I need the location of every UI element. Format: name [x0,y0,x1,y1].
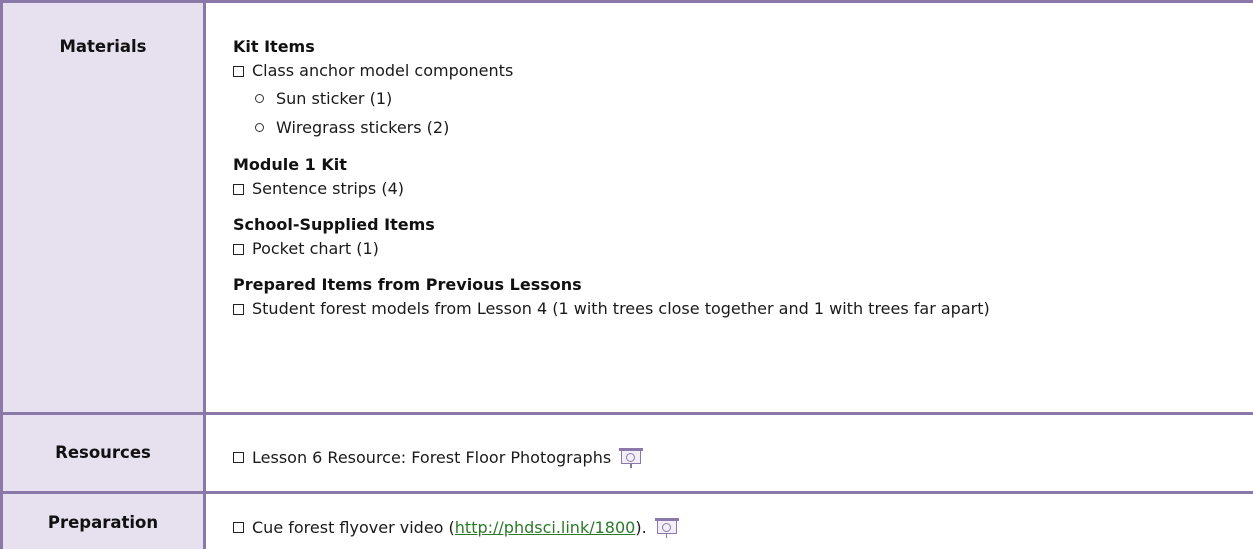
checkbox-icon [233,65,244,77]
lesson-preparation-table: Materials Kit Items Class anchor model c… [0,3,1253,549]
item-text: Pocket chart (1) [252,239,379,258]
checkbox-icon [233,303,244,315]
prepared-items-group: Prepared Items from Previous Lessons Stu… [233,274,1253,322]
checkbox-icon [233,452,244,463]
checkbox-icon [233,183,244,195]
projector-icon [619,447,644,469]
preparation-row: Preparation Cue forest flyover video ( h… [0,492,1253,549]
sub-item-text: Wiregrass stickers (2) [276,117,450,137]
checklist-item: Sentence strips (4) [233,176,1253,202]
group-heading: Module 1 Kit [233,155,347,174]
checklist-item: Class anchor model components [233,58,1253,84]
item-text: Lesson 6 Resource: Forest Floor Photogra… [252,447,612,467]
group-heading: Prepared Items from Previous Lessons [233,275,582,294]
bullet-circle-icon [255,123,264,132]
resources-label-cell: Resources [0,413,206,494]
group-heading: School-Supplied Items [233,215,435,234]
materials-label: Materials [59,37,147,56]
checkbox-icon [233,522,244,533]
module-kit-group: Module 1 Kit Sentence strips (4) [233,154,1253,202]
item-text: Class anchor model components [252,61,514,80]
group-heading: Kit Items [233,37,315,56]
materials-row: Materials Kit Items Class anchor model c… [0,3,1253,415]
item-text-prefix: Cue forest flyover video ( [252,517,455,537]
sub-item: Sun sticker (1) [233,84,1253,113]
preparation-label: Preparation [47,513,159,532]
item-text-suffix: ). [635,517,647,537]
video-link[interactable]: http://phdsci.link/1800 [455,516,636,540]
preparation-content: Cue forest flyover video ( http://phdsci… [205,493,1253,549]
checklist-item: Lesson 6 Resource: Forest Floor Photogra… [233,443,1253,472]
checkbox-icon [233,243,244,255]
resources-content: Lesson 6 Resource: Forest Floor Photogra… [204,413,1253,494]
sub-item-text: Sun sticker (1) [276,88,393,108]
school-supplied-group: School-Supplied Items Pocket chart (1) [233,214,1253,262]
materials-content: Kit Items Class anchor model components … [204,3,1253,415]
checklist-item: Student forest models from Lesson 4 (1 w… [233,296,1253,322]
projector-icon [654,517,679,539]
kit-items-group: Kit Items Class anchor model components … [233,36,1253,142]
resources-label: Resources [55,443,151,462]
item-text: Student forest models from Lesson 4 (1 w… [252,299,990,318]
bullet-circle-icon [255,94,264,103]
preparation-label-cell: Preparation [0,492,206,549]
sub-item: Wiregrass stickers (2) [233,113,1253,142]
checklist-item: Pocket chart (1) [233,236,1253,262]
materials-label-cell: Materials [0,3,206,415]
item-text: Sentence strips (4) [252,179,404,198]
resources-row: Resources Lesson 6 Resource: Forest Floo… [0,413,1253,494]
checklist-item: Cue forest flyover video ( http://phdsci… [233,513,1253,542]
